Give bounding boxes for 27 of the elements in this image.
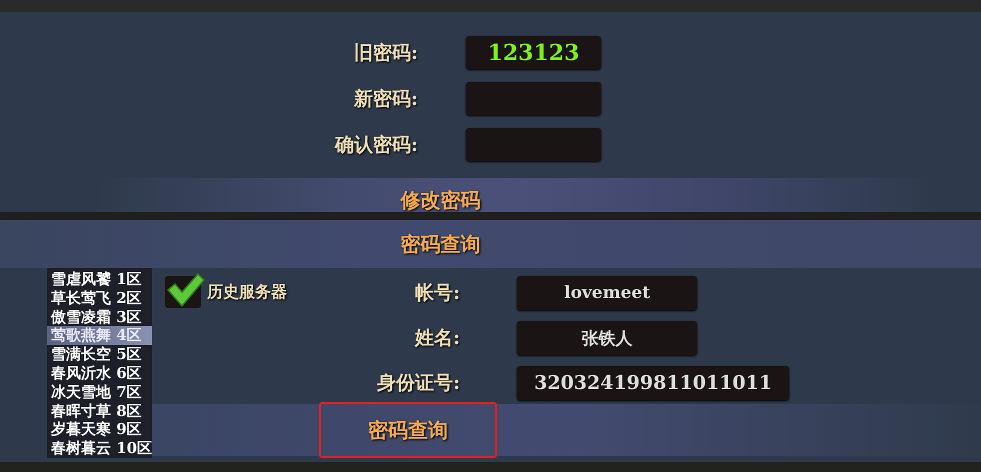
server-item[interactable]: 岁暮天寒 9区 (47, 420, 152, 440)
server-item[interactable]: 莺歌燕舞 4区 (47, 326, 152, 346)
server-item[interactable]: 雪虐风饕 1区 (47, 270, 152, 289)
input-field[interactable] (466, 82, 601, 115)
field-label: 身份证号: (376, 371, 460, 396)
password-query-button[interactable]: 密码查询 (319, 402, 498, 458)
server-item[interactable]: 傲雪凌霜 3区 (47, 308, 152, 326)
change-password-button[interactable]: 修改密码 (390, 183, 490, 218)
field-label: 姓名: (414, 326, 460, 351)
server-item[interactable]: 冰天雪地 7区 (47, 382, 152, 402)
field-label: 新密码: (352, 86, 418, 112)
input-field[interactable]: lovemeet (517, 276, 698, 310)
input-field[interactable]: 320324199811011011 (517, 366, 790, 400)
field-label: 旧密码: (352, 40, 418, 66)
section-title: 密码查询 (400, 230, 480, 258)
server-item[interactable]: 春树暮云 10区 (47, 439, 152, 458)
field-label: 帐号: (414, 281, 460, 306)
input-field[interactable] (466, 128, 601, 161)
server-item[interactable]: 春风沂水 6区 (47, 364, 152, 383)
server-item[interactable]: 草长莺飞 2区 (47, 288, 152, 308)
server-item[interactable]: 春晖寸草 8区 (47, 402, 152, 420)
server-item[interactable]: 雪满长空 5区 (47, 345, 152, 364)
input-field[interactable]: 张铁人 (517, 321, 698, 355)
input-field[interactable]: 123123 (466, 36, 601, 69)
checkbox-label: 历史服务器 (207, 282, 288, 303)
field-label: 确认密码: (334, 132, 418, 158)
server-list[interactable]: 雪虐风饕 1区 草长莺飞 2区 傲雪凌霜 3区 莺歌燕舞 4区 雪满长空 5区 春风沂水 6区 冰天雪地 7区 春晖寸草 8区 岁暮天寒 9区 春树暮云 10区 (47, 268, 152, 458)
